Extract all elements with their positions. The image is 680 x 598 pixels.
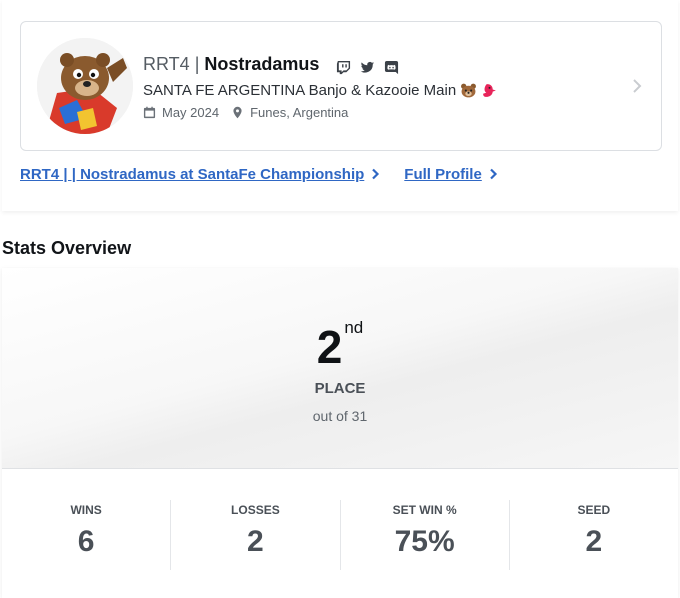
stats-card: 2nd PLACE out of 31 WINS 6 LOSSES 2 SET …	[2, 268, 678, 598]
gamertag: Nostradamus	[204, 53, 320, 74]
social-links	[335, 59, 400, 76]
stats-heading: Stats Overview	[2, 238, 132, 258]
sponsor-prefix: RRT4	[143, 53, 190, 74]
player-meta: May 2024 Funes, Argentina	[143, 105, 348, 120]
joined-date: May 2024	[162, 105, 220, 120]
location-text: Funes, Argentina	[250, 105, 349, 120]
twitter-icon[interactable]	[359, 59, 376, 76]
profile-header[interactable]: RRT4 | Nostradamus SANTA FE ARGENTINA Ba…	[20, 21, 662, 151]
stat-label: SEED	[577, 503, 611, 517]
player-summary-card: RRT4 | Nostradamus SANTA FE ARGENTINA Ba…	[2, 0, 678, 211]
chevron-right-icon	[488, 168, 500, 182]
stat-losses: LOSSES 2	[171, 500, 341, 570]
chevron-right-icon	[631, 77, 643, 95]
stat-label: SET WIN %	[392, 503, 457, 517]
stat-value: 75%	[394, 525, 455, 558]
discord-icon[interactable]	[383, 59, 400, 76]
twitch-icon[interactable]	[335, 59, 352, 76]
placement-number: 2nd	[2, 318, 678, 374]
place-out-of: out of 31	[312, 408, 368, 424]
stat-value: 2	[247, 525, 264, 558]
bird-emoji-icon	[481, 83, 498, 98]
profile-links: RRT4 | | Nostradamus at SantaFe Champion…	[20, 166, 500, 183]
place-label: PLACE	[314, 380, 366, 397]
event-results-label: RRT4 | | Nostradamus at SantaFe Champion…	[20, 166, 365, 183]
place-value: 2	[316, 321, 343, 373]
full-profile-label: Full Profile	[404, 166, 482, 183]
stat-value: 2	[585, 525, 603, 558]
player-name: RRT4 | Nostradamus	[143, 52, 400, 76]
chevron-right-icon	[370, 168, 382, 182]
location-pin-icon	[231, 106, 245, 120]
stat-set-win-percent: SET WIN % 75%	[341, 500, 510, 570]
placement-panel: 2nd PLACE out of 31	[2, 268, 678, 469]
player-bio: SANTA FE ARGENTINA Banjo & Kazooie Main	[143, 82, 498, 99]
stat-seed: SEED 2	[510, 500, 678, 570]
bio-text: SANTA FE ARGENTINA Banjo & Kazooie Main	[143, 82, 457, 99]
full-profile-link[interactable]: Full Profile	[404, 166, 500, 183]
bear-emoji-icon	[460, 83, 477, 98]
stats-grid: WINS 6 LOSSES 2 SET WIN % 75% SEED 2	[2, 500, 678, 570]
avatar	[37, 38, 133, 134]
stat-label: LOSSES	[231, 503, 280, 517]
name-separator: |	[194, 53, 200, 74]
calendar-icon	[143, 106, 157, 120]
event-results-link[interactable]: RRT4 | | Nostradamus at SantaFe Champion…	[20, 166, 382, 183]
place-ordinal-suffix: nd	[344, 318, 364, 337]
stat-value: 6	[77, 525, 95, 558]
stat-label: WINS	[70, 503, 102, 517]
stat-wins: WINS 6	[2, 500, 172, 570]
